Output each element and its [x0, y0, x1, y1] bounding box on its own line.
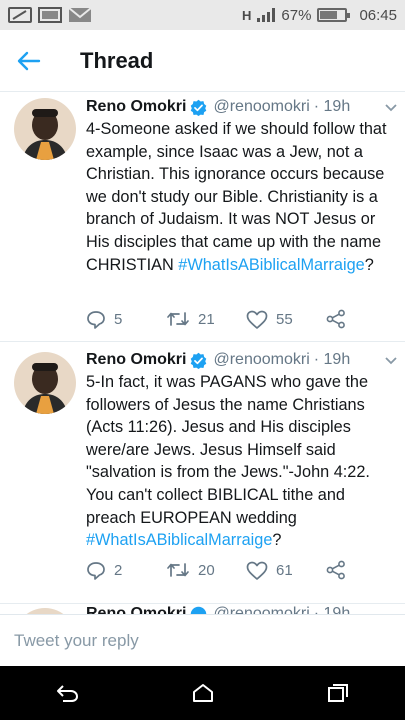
reply-button[interactable]: 5: [86, 310, 166, 329]
tweet-header: Reno Omokri @renoomokri · 19h: [86, 604, 397, 614]
share-icon: [326, 309, 345, 329]
back-button[interactable]: [0, 30, 58, 92]
reply-count: 5: [114, 310, 123, 328]
retweet-count: 20: [198, 561, 215, 579]
tweet-body: 4-Someone asked if we should follow that…: [86, 120, 387, 274]
signal-icon: [257, 8, 276, 22]
tweet-text: 5-In fact, it was PAGANS who gave the fo…: [86, 371, 398, 552]
avatar[interactable]: [14, 352, 76, 414]
retweet-icon: [167, 563, 189, 577]
reply-count: 2: [114, 561, 123, 579]
screen-icon: [8, 7, 32, 23]
home-nav-icon: [192, 684, 213, 702]
recents-nav-button[interactable]: [308, 666, 368, 720]
verified-badge-icon: [191, 99, 207, 116]
author-name[interactable]: Reno Omokri: [86, 351, 186, 369]
reply-icon: [87, 561, 105, 580]
recents-nav-icon: [327, 684, 348, 702]
back-nav-button[interactable]: [38, 666, 98, 720]
tweet[interactable]: Reno Omokri @renoomokri · 19h: [0, 604, 405, 614]
like-count: 61: [276, 561, 293, 579]
heart-icon: [246, 310, 268, 329]
tweet-header: Reno Omokri @renoomokri · 19h: [86, 94, 397, 120]
network-type: H: [242, 7, 252, 23]
tweet[interactable]: Reno Omokri @renoomokri · 19h 4-Someone …: [0, 92, 405, 342]
back-arrow-icon: [17, 51, 41, 70]
reply-input[interactable]: Tweet your reply: [0, 614, 405, 666]
reply-icon: [87, 310, 105, 329]
tweet-suffix: ?: [272, 531, 282, 550]
image-icon: [38, 7, 62, 23]
battery-icon: [317, 8, 351, 22]
like-button[interactable]: 61: [246, 561, 326, 580]
tweet-header: Reno Omokri @renoomokri · 19h: [86, 347, 397, 373]
tweet-actions: 5 21 55: [86, 307, 356, 331]
avatar[interactable]: [14, 98, 76, 160]
like-count: 55: [276, 310, 293, 328]
retweet-icon: [167, 312, 189, 326]
share-button[interactable]: [326, 309, 346, 329]
retweet-count: 21: [198, 310, 215, 328]
page-title: Thread: [80, 47, 154, 73]
mail-icon: [68, 7, 92, 22]
verified-badge-icon: [191, 606, 207, 614]
system-nav-bar: [0, 666, 405, 720]
clock: 06:45: [359, 6, 397, 24]
tweet-time: · 19h: [313, 605, 351, 614]
battery-percent: 67%: [281, 6, 312, 24]
share-button[interactable]: [326, 560, 346, 580]
author-name[interactable]: Reno Omokri: [86, 605, 186, 614]
chevron-down-icon[interactable]: [385, 353, 397, 368]
author-name[interactable]: Reno Omokri: [86, 98, 186, 116]
tweet[interactable]: Reno Omokri @renoomokri · 19h 5-In fact,…: [0, 342, 405, 604]
tweet-text: 4-Someone asked if we should follow that…: [86, 118, 398, 276]
retweet-button[interactable]: 20: [166, 561, 246, 579]
tweet-actions: 2 20 61: [86, 558, 356, 582]
status-bar: H 67% 06:45: [0, 0, 405, 30]
hashtag-link[interactable]: #WhatIsABiblicalMarraige: [178, 256, 364, 274]
heart-icon: [246, 561, 268, 580]
share-icon: [326, 560, 345, 580]
reply-placeholder: Tweet your reply: [14, 630, 139, 650]
verified-badge-icon: [191, 352, 207, 369]
tweet-time: · 19h: [313, 351, 351, 368]
chevron-down-icon[interactable]: [385, 100, 397, 115]
tweet-body: 5-In fact, it was PAGANS who gave the fo…: [86, 373, 370, 527]
hashtag-link[interactable]: #WhatIsABiblicalMarraige: [86, 531, 272, 549]
author-handle: @renoomokri: [213, 605, 310, 614]
tweet-suffix: ?: [364, 255, 374, 274]
reply-button[interactable]: 2: [86, 561, 166, 580]
home-nav-button[interactable]: [173, 666, 233, 720]
like-button[interactable]: 55: [246, 310, 326, 329]
app-header: Thread: [0, 30, 405, 92]
tweet-time: · 19h: [313, 98, 351, 115]
author-handle: @renoomokri: [213, 98, 310, 115]
author-handle: @renoomokri: [213, 351, 310, 368]
retweet-button[interactable]: 21: [166, 310, 246, 328]
back-nav-icon: [56, 685, 78, 702]
